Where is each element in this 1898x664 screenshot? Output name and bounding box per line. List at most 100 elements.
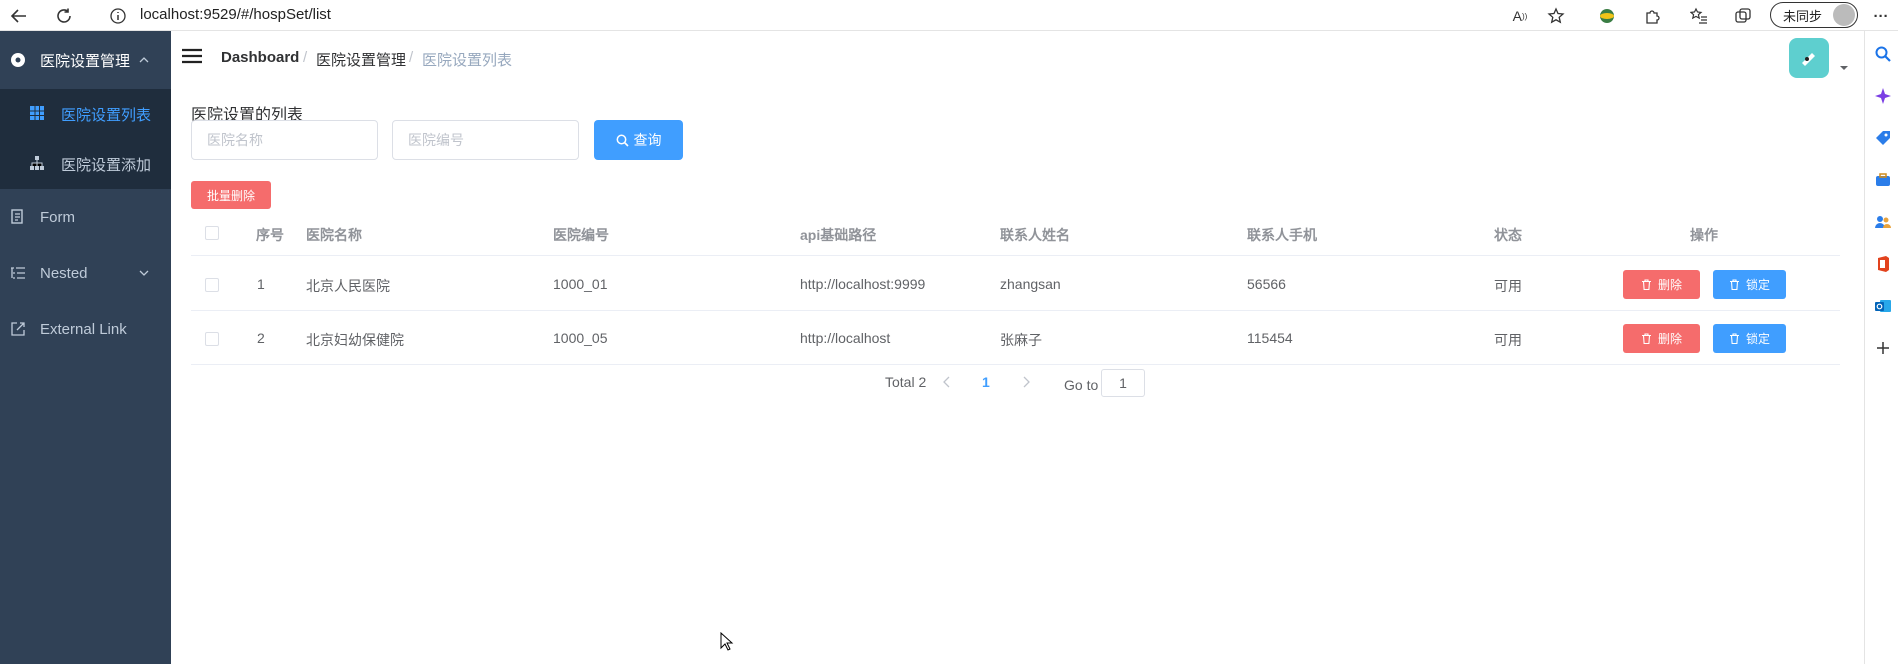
more-menu-icon[interactable]: ··· xyxy=(1870,5,1892,27)
cell-hospital-code: 1000_01 xyxy=(553,276,608,292)
prev-page-icon[interactable] xyxy=(942,376,952,388)
profile-sync-button[interactable]: 未同步 xyxy=(1770,2,1858,28)
query-button-label: 查询 xyxy=(633,132,662,148)
divider xyxy=(191,364,1840,365)
extension-globe-icon[interactable] xyxy=(1596,5,1618,27)
sidebar-item-label: Nested xyxy=(40,264,88,282)
lock-button[interactable]: 锁定 xyxy=(1713,270,1786,299)
site-info-icon[interactable] xyxy=(107,5,129,27)
cell-api-path: http://localhost:9999 xyxy=(800,276,926,292)
column-header: 医院名称 xyxy=(306,227,362,243)
lock-button[interactable]: 锁定 xyxy=(1713,324,1786,353)
sidebar-item-external-link[interactable]: External Link xyxy=(0,301,171,357)
delete-button-label: 删除 xyxy=(1657,332,1682,346)
read-aloud-icon[interactable]: A)) xyxy=(1509,5,1531,27)
row-checkbox[interactable] xyxy=(205,332,219,346)
avatar[interactable] xyxy=(1789,38,1829,78)
breadcrumb-section[interactable]: 医院设置管理 xyxy=(316,49,406,70)
cell-index: 1 xyxy=(257,276,265,292)
cell-status: 可用 xyxy=(1494,332,1522,348)
sidebar-group-label: 医院设置管理 xyxy=(40,52,131,70)
breadcrumb-dashboard[interactable]: Dashboard xyxy=(221,49,299,66)
delete-button[interactable]: 删除 xyxy=(1623,324,1700,353)
breadcrumb-current: 医院设置列表 xyxy=(422,52,513,69)
batch-delete-button[interactable]: 批量删除 xyxy=(191,181,271,209)
sidebar-item-hospital-list[interactable]: 医院设置列表 xyxy=(0,89,171,139)
column-header: 操作 xyxy=(1690,227,1718,243)
nested-list-icon xyxy=(10,265,26,281)
sidebar-item-hospital-add[interactable]: 医院设置添加 xyxy=(0,139,171,189)
office-icon[interactable] xyxy=(1874,255,1892,273)
cell-status: 可用 xyxy=(1494,278,1522,294)
column-header: 医院编号 xyxy=(553,227,609,243)
cell-hospital-name: 北京妇幼保健院 xyxy=(306,332,404,348)
people-icon[interactable] xyxy=(1874,213,1892,231)
browser-side-panel xyxy=(1864,31,1898,664)
select-all-checkbox[interactable] xyxy=(205,226,219,240)
query-button[interactable]: 查询 xyxy=(594,120,683,160)
sidebar-item-nested[interactable]: Nested xyxy=(0,245,171,301)
cell-hospital-code: 1000_05 xyxy=(553,330,608,346)
sidebar: 医院设置管理 医院设置列表 医院设置添加 Form Nested Externa… xyxy=(0,31,171,664)
column-header: 状态 xyxy=(1494,227,1522,243)
trash-icon xyxy=(1641,279,1652,290)
trash-icon xyxy=(1729,333,1740,344)
table-icon xyxy=(30,106,46,122)
tools-briefcase-icon[interactable] xyxy=(1874,171,1892,189)
lock-button-label: 锁定 xyxy=(1745,278,1770,292)
extensions-puzzle-icon[interactable] xyxy=(1642,5,1664,27)
lock-button-label: 锁定 xyxy=(1745,332,1770,346)
column-header: 序号 xyxy=(256,227,284,243)
row-checkbox[interactable] xyxy=(205,278,219,292)
cell-api-path: http://localhost xyxy=(800,330,891,346)
goto-label: Go to xyxy=(1064,377,1099,393)
column-header: api基础路径 xyxy=(800,227,877,243)
sidebar-item-label: Form xyxy=(40,208,75,226)
column-header: 联系人手机 xyxy=(1247,227,1317,243)
outlook-icon[interactable] xyxy=(1874,297,1892,315)
goto-input[interactable]: 1 xyxy=(1101,369,1145,397)
mouse-cursor-icon xyxy=(720,632,734,652)
cell-contact-name: zhangsan xyxy=(1000,276,1061,292)
refresh-icon[interactable] xyxy=(53,5,75,27)
shopping-tag-icon[interactable] xyxy=(1874,129,1892,147)
sidebar-item-label: External Link xyxy=(40,320,127,338)
favorites-list-icon[interactable] xyxy=(1688,5,1710,27)
sync-status-label: 未同步 xyxy=(1783,8,1823,24)
sidebar-item-label: 医院设置列表 xyxy=(61,106,152,124)
breadcrumb-separator: / xyxy=(303,49,308,66)
sidebar-submenu: 医院设置列表 医院设置添加 xyxy=(0,89,171,189)
collections-icon[interactable] xyxy=(1732,5,1754,27)
trash-icon xyxy=(1729,279,1740,290)
cell-hospital-name: 北京人民医院 xyxy=(306,278,390,294)
back-icon[interactable] xyxy=(8,5,30,27)
avatar-icon xyxy=(1833,4,1855,26)
browser-toolbar: localhost:9529/#/hospSet/list A)) 未同步 ··… xyxy=(0,0,1898,31)
hospital-name-input[interactable] xyxy=(191,120,378,160)
external-link-icon xyxy=(10,321,26,337)
column-header: 联系人姓名 xyxy=(1000,227,1070,243)
divider xyxy=(191,255,1840,256)
page-number[interactable]: 1 xyxy=(982,374,990,390)
hospital-code-input[interactable] xyxy=(392,120,579,160)
search-icon xyxy=(616,134,629,147)
address-bar[interactable]: localhost:9529/#/hospSet/list xyxy=(140,4,331,26)
sidebar-group-hospital-settings[interactable]: 医院设置管理 xyxy=(0,31,171,89)
hamburger-icon[interactable] xyxy=(182,48,202,64)
sidebar-item-form[interactable]: Form xyxy=(0,189,171,245)
cell-contact-phone: 115454 xyxy=(1247,330,1293,346)
trash-icon xyxy=(1641,333,1652,344)
form-icon xyxy=(10,209,26,225)
delete-button[interactable]: 删除 xyxy=(1623,270,1700,299)
tree-icon xyxy=(30,156,46,172)
copilot-sparkle-icon[interactable] xyxy=(1874,87,1892,105)
chevron-up-icon xyxy=(138,54,150,66)
delete-button-label: 删除 xyxy=(1657,278,1682,292)
divider xyxy=(191,310,1840,311)
next-page-icon[interactable] xyxy=(1021,376,1031,388)
settings-gear-icon xyxy=(10,52,26,68)
search-icon[interactable] xyxy=(1874,45,1892,63)
caret-down-icon[interactable] xyxy=(1839,64,1849,72)
favorite-star-icon[interactable] xyxy=(1545,5,1567,27)
add-icon[interactable] xyxy=(1874,339,1892,357)
